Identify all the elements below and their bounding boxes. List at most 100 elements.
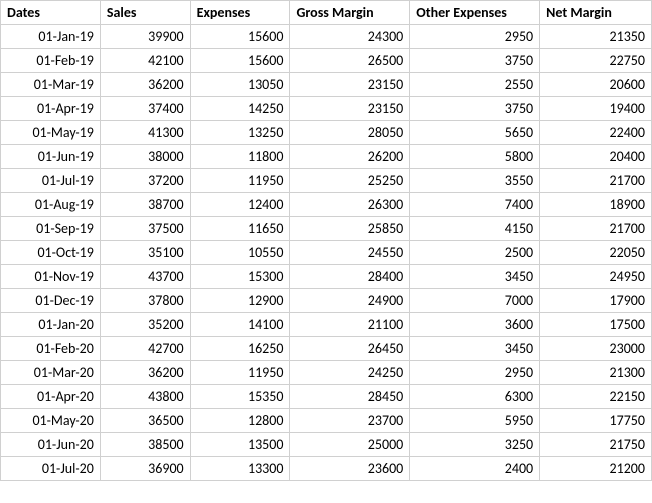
table-row: 01-Jul-20369001330023600240021200: [1, 457, 652, 481]
cell-gross-margin: 24900: [290, 289, 410, 313]
header-row: Dates Sales Expenses Gross Margin Other …: [1, 1, 652, 25]
cell-date: 01-May-20: [1, 409, 101, 433]
cell-other-expenses: 2500: [410, 241, 540, 265]
cell-sales: 42100: [100, 49, 190, 73]
cell-expenses: 16250: [190, 337, 290, 361]
cell-gross-margin: 28400: [290, 265, 410, 289]
cell-other-expenses: 2400: [410, 457, 540, 481]
cell-sales: 35100: [100, 241, 190, 265]
cell-net-margin: 22400: [540, 121, 652, 145]
cell-expenses: 15350: [190, 385, 290, 409]
cell-other-expenses: 2550: [410, 73, 540, 97]
cell-other-expenses: 5650: [410, 121, 540, 145]
cell-expenses: 12900: [190, 289, 290, 313]
cell-gross-margin: 21100: [290, 313, 410, 337]
cell-date: 01-Apr-19: [1, 97, 101, 121]
cell-expenses: 15600: [190, 25, 290, 49]
cell-date: 01-Aug-19: [1, 193, 101, 217]
cell-sales: 37400: [100, 97, 190, 121]
cell-date: 01-Jul-19: [1, 169, 101, 193]
table-row: 01-May-20365001280023700595017750: [1, 409, 652, 433]
cell-net-margin: 23000: [540, 337, 652, 361]
cell-sales: 36500: [100, 409, 190, 433]
cell-net-margin: 21350: [540, 25, 652, 49]
cell-net-margin: 21700: [540, 169, 652, 193]
cell-sales: 41300: [100, 121, 190, 145]
cell-gross-margin: 25850: [290, 217, 410, 241]
cell-expenses: 11950: [190, 169, 290, 193]
cell-other-expenses: 2950: [410, 361, 540, 385]
cell-expenses: 15300: [190, 265, 290, 289]
cell-expenses: 11650: [190, 217, 290, 241]
cell-gross-margin: 23700: [290, 409, 410, 433]
cell-sales: 37800: [100, 289, 190, 313]
cell-gross-margin: 23600: [290, 457, 410, 481]
cell-gross-margin: 26300: [290, 193, 410, 217]
cell-other-expenses: 7400: [410, 193, 540, 217]
table-row: 01-Nov-19437001530028400345024950: [1, 265, 652, 289]
cell-sales: 37200: [100, 169, 190, 193]
cell-net-margin: 22050: [540, 241, 652, 265]
cell-sales: 42700: [100, 337, 190, 361]
cell-expenses: 11950: [190, 361, 290, 385]
cell-net-margin: 21200: [540, 457, 652, 481]
cell-date: 01-Sep-19: [1, 217, 101, 241]
cell-gross-margin: 24250: [290, 361, 410, 385]
table-row: 01-Aug-19387001240026300740018900: [1, 193, 652, 217]
cell-date: 01-Jan-20: [1, 313, 101, 337]
cell-other-expenses: 3450: [410, 337, 540, 361]
cell-other-expenses: 3450: [410, 265, 540, 289]
cell-expenses: 14250: [190, 97, 290, 121]
cell-gross-margin: 26500: [290, 49, 410, 73]
cell-date: 01-Jun-20: [1, 433, 101, 457]
cell-other-expenses: 6300: [410, 385, 540, 409]
cell-net-margin: 21750: [540, 433, 652, 457]
cell-net-margin: 19400: [540, 97, 652, 121]
cell-net-margin: 17500: [540, 313, 652, 337]
table-row: 01-Jul-19372001195025250355021700: [1, 169, 652, 193]
cell-other-expenses: 5950: [410, 409, 540, 433]
cell-date: 01-Jul-20: [1, 457, 101, 481]
cell-date: 01-Feb-19: [1, 49, 101, 73]
cell-net-margin: 22750: [540, 49, 652, 73]
cell-net-margin: 24950: [540, 265, 652, 289]
cell-gross-margin: 26200: [290, 145, 410, 169]
table-row: 01-Jun-20385001350025000325021750: [1, 433, 652, 457]
cell-other-expenses: 2950: [410, 25, 540, 49]
cell-expenses: 11800: [190, 145, 290, 169]
table-row: 01-Jun-19380001180026200580020400: [1, 145, 652, 169]
cell-other-expenses: 7000: [410, 289, 540, 313]
table-row: 01-Dec-19378001290024900700017900: [1, 289, 652, 313]
table-row: 01-Sep-19375001165025850415021700: [1, 217, 652, 241]
cell-gross-margin: 23150: [290, 73, 410, 97]
cell-other-expenses: 3750: [410, 97, 540, 121]
cell-other-expenses: 3750: [410, 49, 540, 73]
cell-sales: 39900: [100, 25, 190, 49]
cell-gross-margin: 23150: [290, 97, 410, 121]
cell-net-margin: 18900: [540, 193, 652, 217]
header-expenses: Expenses: [190, 1, 290, 25]
table-row: 01-Jan-19399001560024300295021350: [1, 25, 652, 49]
cell-gross-margin: 28450: [290, 385, 410, 409]
header-dates: Dates: [1, 1, 101, 25]
cell-sales: 38000: [100, 145, 190, 169]
table-row: 01-Feb-19421001560026500375022750: [1, 49, 652, 73]
cell-other-expenses: 3600: [410, 313, 540, 337]
table-body: 01-Jan-1939900156002430029502135001-Feb-…: [1, 25, 652, 481]
cell-other-expenses: 3250: [410, 433, 540, 457]
cell-gross-margin: 26450: [290, 337, 410, 361]
cell-gross-margin: 24300: [290, 25, 410, 49]
cell-expenses: 10550: [190, 241, 290, 265]
cell-expenses: 13050: [190, 73, 290, 97]
table-row: 01-Oct-19351001055024550250022050: [1, 241, 652, 265]
table-row: 01-May-19413001325028050565022400: [1, 121, 652, 145]
table-row: 01-Apr-19374001425023150375019400: [1, 97, 652, 121]
cell-expenses: 13300: [190, 457, 290, 481]
cell-other-expenses: 4150: [410, 217, 540, 241]
cell-other-expenses: 5800: [410, 145, 540, 169]
cell-other-expenses: 3550: [410, 169, 540, 193]
table-row: 01-Feb-20427001625026450345023000: [1, 337, 652, 361]
cell-gross-margin: 24550: [290, 241, 410, 265]
cell-date: 01-May-19: [1, 121, 101, 145]
cell-expenses: 14100: [190, 313, 290, 337]
